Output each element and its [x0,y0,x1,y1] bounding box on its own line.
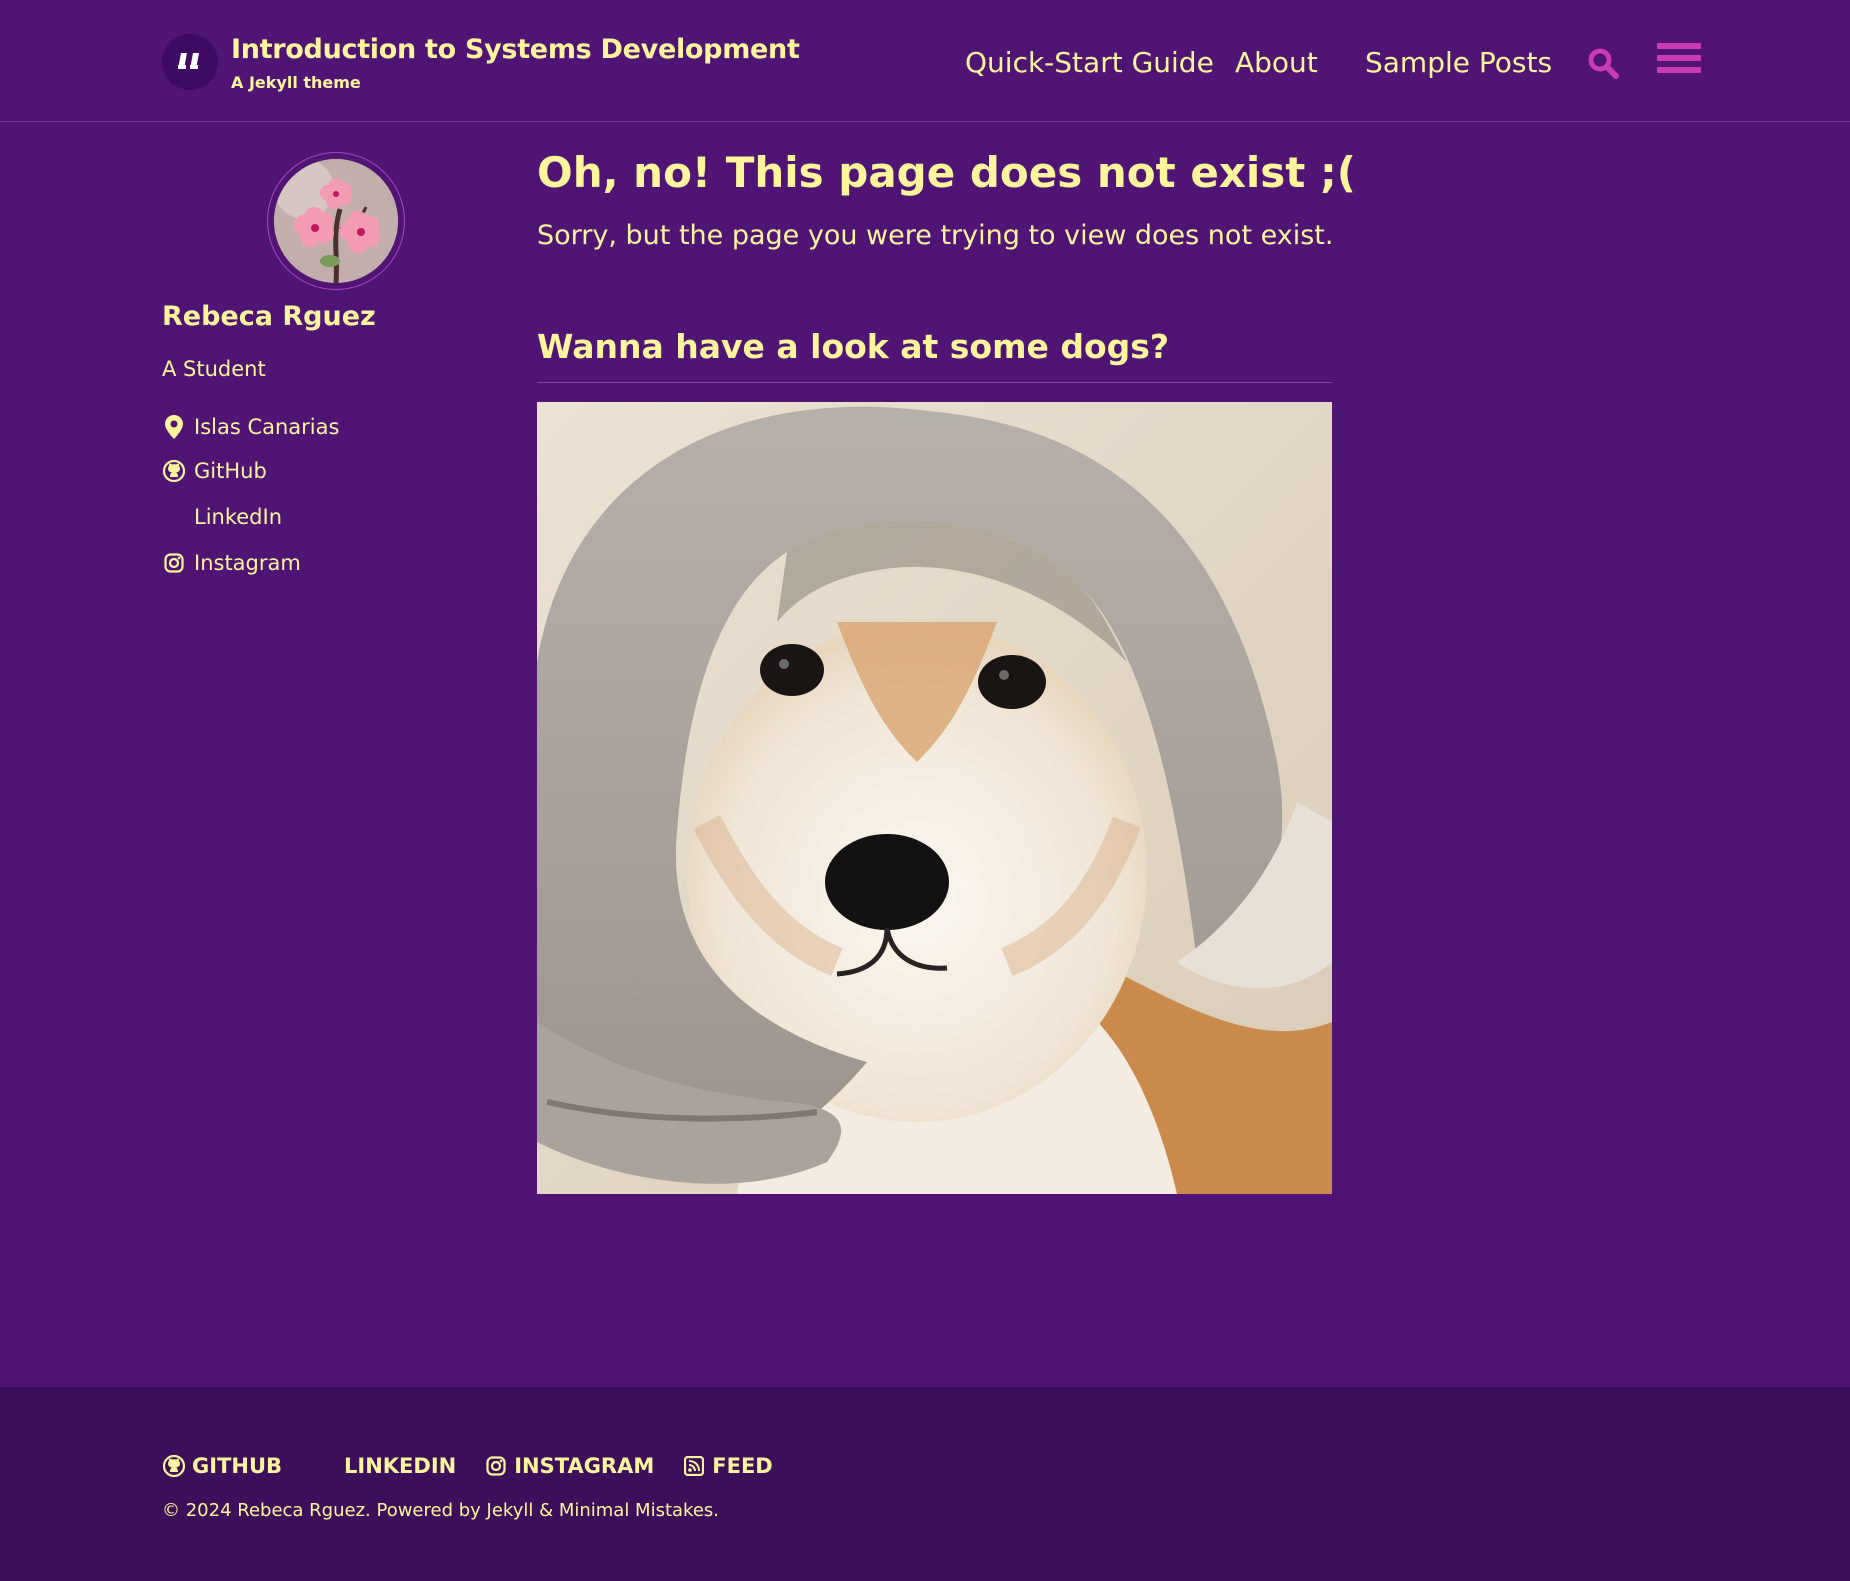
dog-image [537,402,1332,1194]
footer-link-github[interactable]: GITHUB [162,1454,282,1478]
author-link-github-label: GitHub [194,459,267,483]
section-heading: Wanna have a look at some dogs? [537,327,1170,366]
github-icon [162,1454,186,1478]
author-location: Islas Canarias [162,413,339,441]
site-title[interactable]: Introduction to Systems Development [231,34,800,65]
footer-link-linkedin[interactable]: LINKEDIN [310,1454,456,1478]
instagram-icon [484,1454,508,1478]
author-name: Rebeca Rguez [162,301,376,332]
avatar-image [274,159,398,283]
nav-quick-start-guide[interactable]: Quick-Start Guide [965,46,1214,79]
nav-sample-posts[interactable]: Sample Posts [1365,46,1552,79]
nav-about[interactable]: About [1235,46,1318,79]
search-icon [1587,48,1619,82]
author-link-instagram[interactable]: Instagram [162,549,301,577]
footer-link-feed-label: FEED [712,1454,773,1478]
github-icon [162,459,186,483]
author-bio: A Student [162,357,266,381]
rss-feed-icon [682,1454,706,1478]
footer-link-feed[interactable]: FEED [682,1454,773,1478]
instagram-icon [162,551,186,575]
page-lead: Sorry, but the page you were trying to v… [537,220,1334,251]
search-button[interactable] [1586,47,1620,81]
footer-follow-links: GITHUB LINKEDIN INSTAGRAM FEED [162,1454,801,1478]
page-title: Oh, no! This page does not exist ;( [537,148,1356,197]
footer-copyright: © 2024 Rebeca Rguez. Powered by Jekyll &… [162,1500,720,1521]
section-divider [537,382,1332,383]
footer-link-instagram[interactable]: INSTAGRAM [484,1454,654,1478]
hamburger-menu-icon [1657,43,1701,73]
author-avatar [267,152,405,290]
quote-logo-icon [175,47,205,77]
map-marker-icon [162,415,186,439]
masthead: Introduction to Systems Development A Je… [0,0,1850,122]
author-link-instagram-label: Instagram [194,551,301,575]
author-link-github[interactable]: GitHub [162,457,267,485]
author-location-label: Islas Canarias [194,415,340,439]
footer-link-linkedin-label: LINKEDIN [344,1454,457,1478]
hamburger-menu-button[interactable] [1657,42,1701,80]
site-subtitle: A Jekyll theme [231,73,361,92]
page-footer: GITHUB LINKEDIN INSTAGRAM FEED © 2024 Re… [0,1387,1850,1581]
author-link-linkedin-label: LinkedIn [194,505,283,529]
author-link-linkedin[interactable]: LinkedIn [162,503,282,531]
footer-link-instagram-label: INSTAGRAM [514,1454,655,1478]
site-logo[interactable] [162,34,218,90]
footer-link-github-label: GITHUB [192,1454,283,1478]
